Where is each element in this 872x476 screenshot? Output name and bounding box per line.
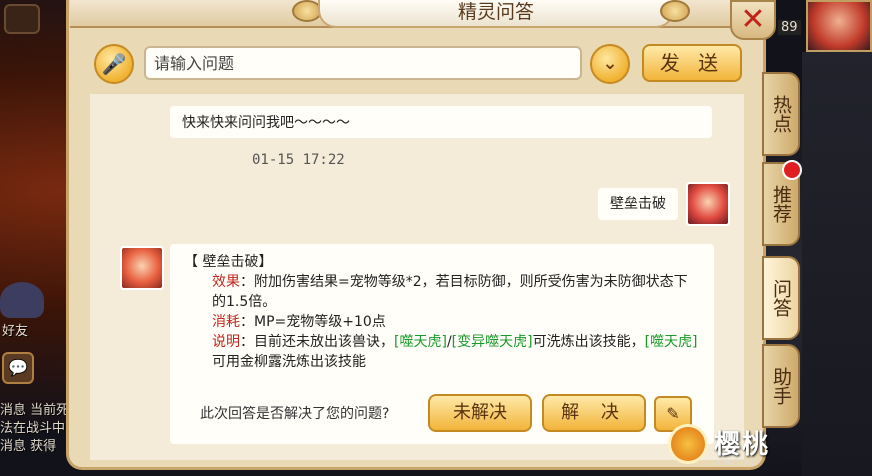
friend-button[interactable]: 好友 — [0, 282, 60, 342]
note-key: 说明 — [212, 334, 240, 350]
question-input-row: 🎤 ⌄ 发 送 — [70, 38, 760, 90]
resolved-button[interactable]: 解 决 — [542, 394, 646, 432]
tab-hot[interactable]: 热点 — [762, 72, 800, 156]
note-suffix: 可用金柳露洗炼出该技能 — [212, 354, 366, 370]
scroll-ornament-right — [660, 0, 690, 22]
friend-avatar — [0, 282, 44, 318]
bot-greeting-message: 快来快来问问我吧～～～～ — [170, 106, 712, 138]
player-level: 89 — [778, 20, 801, 35]
watermark-logo-icon — [668, 424, 708, 464]
feedback-row: 此次回答是否解决了您的问题? 未解决 解 决 ✎ — [170, 392, 714, 438]
message-timestamp: 01-15 17:22 — [252, 152, 345, 168]
unresolved-button[interactable]: 未解决 — [428, 394, 532, 432]
mic-button[interactable]: 🎤 — [94, 44, 134, 84]
effect-value: ：附加伤害结果=宠物等级*2，若目标防御，则所受伤害为未防御状态下的1.5倍。 — [212, 274, 688, 310]
watermark-text: 樱桃 — [714, 430, 771, 460]
right-hud — [802, 52, 872, 476]
user-question-message: 壁垒击破 — [598, 188, 678, 220]
pet-link[interactable]: [噬天虎] — [394, 334, 447, 350]
chat-area[interactable]: 快来快来问问我吧～～～～ 01-15 17:22 壁垒击破 【 壁垒击破】 效果… — [90, 94, 744, 460]
mic-icon: 🎤 — [101, 52, 127, 76]
tab-assistant[interactable]: 助手 — [762, 344, 800, 428]
feedback-question: 此次回答是否解决了您的问题? — [200, 406, 390, 422]
user-avatar — [686, 182, 730, 226]
pet-link[interactable]: [噬天虎] — [645, 334, 698, 350]
side-tabs: 热点 推荐 问答 助手 — [762, 72, 802, 472]
watermark-subtext: YINGTAO — [716, 458, 759, 467]
close-button[interactable]: ✕ — [730, 0, 776, 40]
answer-cost: 消耗：MP=宠物等级+10点 — [184, 312, 700, 332]
answer-note: 说明：目前还未放出该兽诀，[噬天虎]/[变异噬天虎]可洗炼出该技能，[噬天虎]可… — [184, 332, 700, 372]
chat-icon[interactable]: 💬 — [2, 352, 34, 384]
menu-icon[interactable] — [4, 4, 40, 34]
answer-effect: 效果：附加伤害结果=宠物等级*2，若目标防御，则所受伤害为未防御状态下的1.5倍… — [184, 272, 700, 312]
notification-dot — [782, 160, 802, 180]
send-button[interactable]: 发 送 — [642, 44, 742, 82]
player-avatar[interactable] — [806, 0, 872, 52]
note-prefix: ：目前还未放出该兽诀， — [240, 334, 394, 350]
answer-title: 【 壁垒击破】 — [184, 254, 273, 270]
dropdown-button[interactable]: ⌄ — [590, 44, 630, 84]
chevron-down-icon: ⌄ — [602, 53, 618, 74]
effect-key: 效果 — [212, 274, 240, 290]
title-bar: 精灵问答 — [70, 0, 762, 28]
cost-value: ：MP=宠物等级+10点 — [240, 314, 386, 330]
window-title: 精灵问答 — [318, 0, 674, 28]
bot-avatar — [120, 246, 164, 290]
left-hud: 好友 💬 消息 当前死 法在战斗中 消息 获得 — [0, 0, 69, 476]
friend-label: 好友 — [2, 324, 29, 339]
cost-key: 消耗 — [212, 314, 240, 330]
watermark: 樱桃 YINGTAO — [664, 420, 872, 476]
note-mid: 可洗炼出该技能， — [532, 334, 645, 350]
tab-qa[interactable]: 问答 — [762, 256, 800, 340]
pet-link[interactable]: [变异噬天虎] — [452, 334, 533, 350]
question-input[interactable] — [144, 46, 582, 80]
answer-card: 【 壁垒击破】 效果：附加伤害结果=宠物等级*2，若目标防御，则所受伤害为未防御… — [170, 244, 714, 444]
